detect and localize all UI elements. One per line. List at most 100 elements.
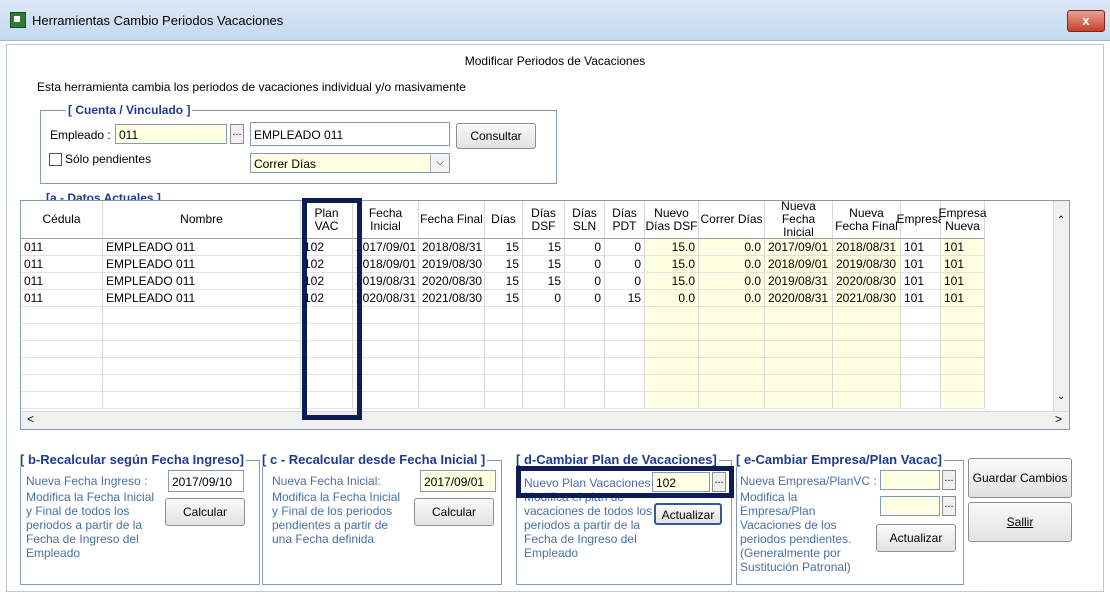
cell-dias[interactable]: 15 [485, 256, 523, 273]
cell-dias-sln[interactable] [565, 341, 605, 358]
cell-dias[interactable] [485, 341, 523, 358]
cell-nueva-fecha-inicial[interactable]: 2018/09/01 [765, 256, 833, 273]
cell-nueva-fecha-final[interactable] [833, 358, 901, 375]
solo-pendientes-checkbox[interactable] [49, 153, 62, 166]
cell-nueva-fecha-final[interactable]: 2019/08/30 [833, 256, 901, 273]
cell-fecha-inicial[interactable]: 2017/09/01 [353, 239, 419, 256]
cell-nuevo-dias-dsf[interactable]: 15.0 [645, 273, 699, 290]
column-header-fecha-final[interactable]: Fecha Final [419, 201, 485, 239]
cell-nombre[interactable]: EMPLEADO 011 [103, 273, 301, 290]
cell-empresa-nueva[interactable]: 101 [941, 290, 985, 307]
cell-nombre[interactable]: EMPLEADO 011 [103, 256, 301, 273]
nueva-empresa-input[interactable] [880, 470, 940, 490]
cell-nuevo-dias-dsf[interactable]: 0.0 [645, 290, 699, 307]
cell-fecha-inicial[interactable] [353, 341, 419, 358]
cell-dias-pdt[interactable] [605, 324, 645, 341]
cell-nueva-fecha-final[interactable] [833, 324, 901, 341]
cell-empresa[interactable] [901, 392, 941, 409]
cell-nueva-fecha-final[interactable] [833, 307, 901, 324]
cell-nombre[interactable] [103, 341, 301, 358]
cell-fecha-final[interactable] [419, 358, 485, 375]
cell-dias-sln[interactable] [565, 375, 605, 392]
cell-nueva-fecha-inicial[interactable] [765, 392, 833, 409]
cell-dias-pdt[interactable]: 0 [605, 273, 645, 290]
cell-nueva-fecha-inicial[interactable] [765, 324, 833, 341]
cell-fecha-inicial[interactable] [353, 392, 419, 409]
empleado-browse-button[interactable]: ... [230, 124, 244, 144]
cell-empresa-nueva[interactable] [941, 307, 985, 324]
cell-empresa[interactable]: 101 [901, 290, 941, 307]
column-header-dias-pdt[interactable]: Días PDT [605, 201, 645, 239]
cell-cedula[interactable] [21, 324, 103, 341]
cell-cedula[interactable] [21, 358, 103, 375]
consultar-button[interactable]: Consultar [456, 123, 536, 149]
empleado-name-input[interactable]: EMPLEADO 011 [250, 122, 450, 146]
cell-empresa[interactable] [901, 324, 941, 341]
panel-d-actualizar-button[interactable]: Actualizar [654, 503, 722, 525]
guardar-cambios-button[interactable]: Guardar Cambios [968, 458, 1072, 498]
cell-correr-dias[interactable]: 0.0 [699, 273, 765, 290]
cell-nuevo-dias-dsf[interactable] [645, 324, 699, 341]
cell-nueva-fecha-inicial[interactable] [765, 307, 833, 324]
cell-dias-pdt[interactable] [605, 375, 645, 392]
cell-dias-dsf[interactable] [523, 375, 565, 392]
column-header-empresa-nueva[interactable]: Empresa Nueva [938, 201, 987, 239]
cell-nombre[interactable] [103, 307, 301, 324]
cell-dias[interactable] [485, 375, 523, 392]
cell-empresa[interactable] [901, 341, 941, 358]
cell-nueva-fecha-final[interactable]: 2020/08/30 [833, 273, 901, 290]
close-button[interactable]: x [1067, 10, 1105, 32]
cell-dias-dsf[interactable]: 0 [523, 290, 565, 307]
cell-dias[interactable] [485, 358, 523, 375]
cell-fecha-final[interactable] [419, 307, 485, 324]
column-header-nueva-fecha-final[interactable]: Nueva Fecha Final [833, 201, 901, 239]
cell-dias-pdt[interactable] [605, 392, 645, 409]
column-header-nuevo-dias-dsf[interactable]: Nuevo Días DSF [645, 201, 699, 239]
horizontal-scrollbar[interactable]: < > [21, 411, 1069, 429]
mode-select[interactable]: Correr Días [250, 153, 450, 173]
cell-correr-dias[interactable]: 0.0 [699, 239, 765, 256]
cell-correr-dias[interactable] [699, 375, 765, 392]
cell-nueva-fecha-inicial[interactable] [765, 358, 833, 375]
column-header-cedula[interactable]: Cédula [21, 201, 103, 239]
cell-dias[interactable] [485, 324, 523, 341]
cell-empresa-nueva[interactable] [941, 375, 985, 392]
cell-dias-sln[interactable] [565, 307, 605, 324]
cell-dias-sln[interactable]: 0 [565, 273, 605, 290]
cell-nueva-fecha-final[interactable]: 2021/08/30 [833, 290, 901, 307]
cell-empresa[interactable]: 101 [901, 256, 941, 273]
cell-dias[interactable]: 15 [485, 273, 523, 290]
nueva-empresa-browse-button[interactable]: ... [942, 470, 956, 490]
cell-fecha-inicial[interactable] [353, 324, 419, 341]
column-header-nueva-fecha-inicial[interactable]: Nueva Fecha Inicial [765, 201, 833, 239]
cell-correr-dias[interactable] [699, 341, 765, 358]
scroll-right-icon[interactable]: > [1055, 412, 1062, 426]
cell-cedula[interactable] [21, 392, 103, 409]
cell-dias-pdt[interactable] [605, 358, 645, 375]
cell-nuevo-dias-dsf[interactable]: 15.0 [645, 256, 699, 273]
cell-fecha-inicial[interactable]: 2019/08/31 [353, 273, 419, 290]
cell-dias[interactable]: 15 [485, 239, 523, 256]
cell-correr-dias[interactable]: 0.0 [699, 256, 765, 273]
cell-nuevo-dias-dsf[interactable] [645, 307, 699, 324]
cell-dias-pdt[interactable]: 0 [605, 256, 645, 273]
cell-empresa[interactable]: 101 [901, 273, 941, 290]
column-header-dias-sln[interactable]: Días SLN [565, 201, 605, 239]
cell-nueva-fecha-inicial[interactable]: 2020/08/31 [765, 290, 833, 307]
cell-fecha-final[interactable]: 2019/08/30 [419, 256, 485, 273]
cell-fecha-final[interactable]: 2018/08/31 [419, 239, 485, 256]
cell-fecha-inicial[interactable]: 2020/08/31 [353, 290, 419, 307]
cell-correr-dias[interactable] [699, 392, 765, 409]
cell-empresa[interactable] [901, 307, 941, 324]
cell-dias-dsf[interactable]: 15 [523, 273, 565, 290]
cell-dias[interactable]: 15 [485, 290, 523, 307]
cell-dias-sln[interactable] [565, 324, 605, 341]
salir-button[interactable]: Sallir [968, 502, 1072, 542]
vertical-scrollbar[interactable]: ⌃ ⌄ [1053, 201, 1069, 411]
cell-empresa[interactable] [901, 358, 941, 375]
cell-correr-dias[interactable] [699, 324, 765, 341]
cell-dias-sln[interactable] [565, 358, 605, 375]
cell-fecha-final[interactable] [419, 324, 485, 341]
cell-dias-dsf[interactable] [523, 324, 565, 341]
cell-dias-dsf[interactable]: 15 [523, 256, 565, 273]
